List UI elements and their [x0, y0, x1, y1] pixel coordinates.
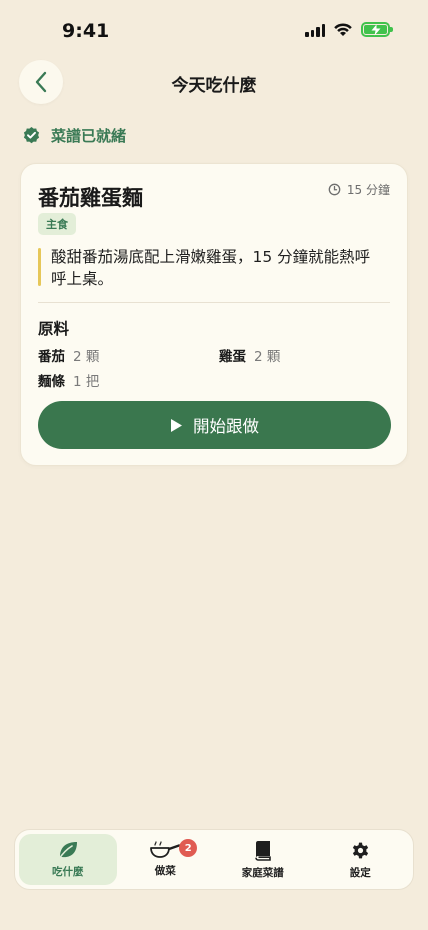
duration-label: 15 分鐘 [346, 183, 390, 197]
ingredient-qty: 2 顆 [254, 349, 281, 365]
wifi-icon [334, 23, 352, 36]
tab-label: 設定 [349, 866, 371, 879]
recipe-card: 番茄雞蛋麵 15 分鐘 主食 酸甜番茄湯底配上滑嫩雞蛋，15 分鐘就能熱呼呼上桌… [20, 163, 408, 466]
ingredient-qty: 1 把 [73, 374, 100, 390]
tab-label: 吃什麼 [52, 866, 84, 878]
ingredient-item: 番茄 2 顆 [38, 345, 99, 365]
cooking-count-badge: 2 [179, 839, 198, 857]
signal-icon [305, 23, 325, 37]
play-icon [171, 418, 182, 432]
category-tag: 主食 [38, 213, 76, 235]
clock-icon [328, 183, 341, 196]
leaf-icon [57, 842, 77, 860]
description-accent-bar [38, 248, 41, 286]
verified-badge-icon [23, 126, 40, 144]
ingredient-item: 麵條 1 把 [38, 370, 99, 390]
bottom-tab-bar: 吃什麼 做菜 2 家庭菜譜 設定 [14, 829, 414, 890]
page-title: 今天吃什麼 [171, 76, 257, 96]
gear-icon [352, 842, 368, 858]
status-icons [305, 22, 393, 37]
tab-label: 家庭菜譜 [241, 866, 284, 879]
tab-settings[interactable]: 設定 [312, 834, 410, 885]
divider [38, 302, 390, 303]
ingredient-item: 雞蛋 2 顆 [219, 345, 280, 365]
ingredient-qty: 2 顆 [73, 349, 100, 365]
tab-family-recipes[interactable]: 家庭菜譜 [214, 834, 312, 885]
ingredient-name: 麵條 [38, 374, 65, 390]
tab-label: 做菜 [154, 865, 176, 877]
battery-icon [361, 22, 393, 37]
ingredient-name: 雞蛋 [219, 349, 246, 365]
ingredient-name: 番茄 [38, 349, 65, 365]
tab-cooking[interactable]: 做菜 2 [117, 834, 215, 885]
tab-what-to-eat[interactable]: 吃什麼 [19, 834, 117, 885]
recipe-description: 酸甜番茄湯底配上滑嫩雞蛋，15 分鐘就能熱呼呼上桌。 [51, 248, 371, 288]
start-cooking-button[interactable]: 開始跟做 [38, 401, 391, 449]
book-icon [254, 840, 271, 861]
status-time: 9:41 [62, 20, 110, 42]
recipe-ready-status: 菜譜已就緒 [22, 125, 126, 146]
recipe-title: 番茄雞蛋麵 [38, 186, 143, 210]
ingredients-heading: 原料 [38, 320, 70, 338]
status-bar: 9:41 [0, 0, 428, 60]
start-cooking-label: 開始跟做 [193, 417, 259, 436]
recipe-duration: 15 分鐘 [328, 181, 390, 198]
ready-label: 菜譜已就緒 [51, 127, 127, 145]
pan-icon [150, 841, 181, 858]
